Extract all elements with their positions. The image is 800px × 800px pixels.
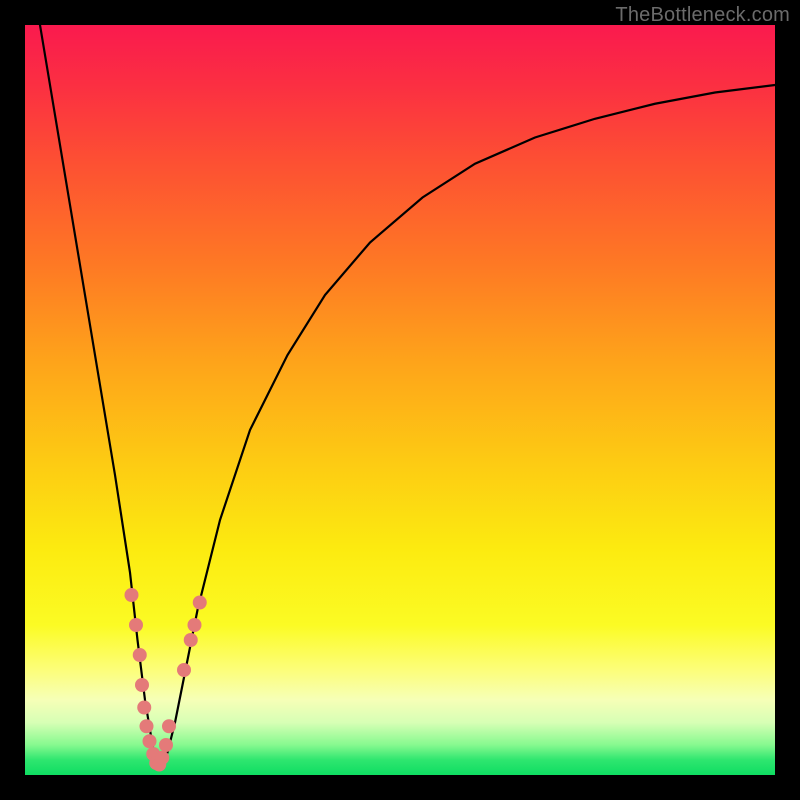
sample-point xyxy=(125,588,139,602)
sample-point xyxy=(137,701,151,715)
plot-area xyxy=(25,25,775,775)
sample-point xyxy=(133,648,147,662)
sample-point xyxy=(159,738,173,752)
watermark-text: TheBottleneck.com xyxy=(615,4,790,27)
sample-point xyxy=(129,618,143,632)
curve-layer xyxy=(25,25,775,775)
sample-point xyxy=(193,596,207,610)
sample-point xyxy=(155,751,169,765)
sample-point xyxy=(143,734,157,748)
sample-point xyxy=(162,719,176,733)
chart-frame: TheBottleneck.com xyxy=(0,0,800,800)
sample-point xyxy=(177,663,191,677)
sample-point xyxy=(140,719,154,733)
bottleneck-curve xyxy=(40,25,775,768)
sample-point xyxy=(135,678,149,692)
sample-point xyxy=(184,633,198,647)
sample-point xyxy=(188,618,202,632)
sample-points xyxy=(125,588,207,772)
